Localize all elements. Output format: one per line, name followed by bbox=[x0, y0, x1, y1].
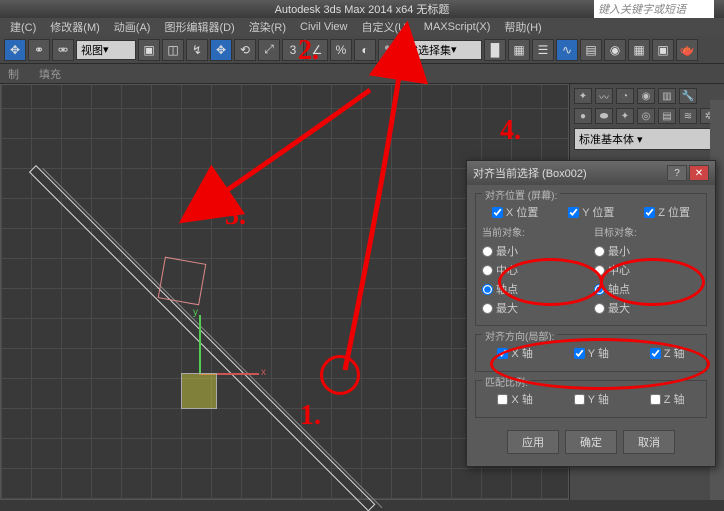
current-center-radio[interactable]: 中心 bbox=[482, 262, 588, 278]
schematic-icon[interactable]: ▤ bbox=[580, 39, 602, 61]
orient-group-label: 对齐方向(局部): bbox=[482, 328, 557, 343]
menu-anim[interactable]: 动画(A) bbox=[108, 17, 157, 37]
render-icon[interactable]: 🫖 bbox=[676, 39, 698, 61]
filter-icon[interactable]: ▣ bbox=[138, 39, 160, 61]
match-scale-group: 匹配比例: X 轴 Y 轴 Z 轴 bbox=[475, 380, 707, 418]
spinner-icon[interactable]: ◐ bbox=[354, 39, 376, 61]
menu-create[interactable]: 建(C) bbox=[4, 17, 42, 37]
menu-civil[interactable]: Civil View bbox=[294, 19, 353, 35]
gizmo-y-axis[interactable] bbox=[199, 315, 201, 375]
align-icon[interactable]: ▦ bbox=[508, 39, 530, 61]
lights-icon[interactable]: ✦ bbox=[616, 108, 634, 124]
apply-button[interactable]: 应用 bbox=[507, 430, 559, 454]
cameras-icon[interactable]: ◎ bbox=[637, 108, 655, 124]
create-tab-icon[interactable]: ✦ bbox=[574, 88, 592, 104]
helpers-icon[interactable]: ▤ bbox=[658, 108, 676, 124]
pos-group-label: 对齐位置 (屏幕): bbox=[482, 187, 560, 202]
orient-x-checkbox[interactable]: X 轴 bbox=[497, 345, 532, 361]
utilities-tab-icon[interactable]: 🔧 bbox=[679, 88, 697, 104]
align-dialog: 对齐当前选择 (Box002) ? ✕ 对齐位置 (屏幕): X 位置 Y 位置… bbox=[466, 160, 716, 467]
selset-dropdown[interactable]: 建选择集 ▾ bbox=[402, 40, 482, 60]
z-position-checkbox[interactable]: Z 位置 bbox=[644, 204, 690, 220]
render-frame-icon[interactable]: ▣ bbox=[652, 39, 674, 61]
curve-editor-icon[interactable]: ∿ bbox=[556, 39, 578, 61]
menu-bar: 建(C) 修改器(M) 动画(A) 图形编辑器(D) 渲染(R) Civil V… bbox=[0, 18, 724, 36]
close-button[interactable]: ✕ bbox=[689, 165, 709, 181]
menu-maxscript[interactable]: MAXScript(X) bbox=[418, 19, 497, 35]
keyword-search-input[interactable]: 键入关键字或短语 bbox=[594, 0, 714, 18]
x-label: x bbox=[261, 367, 266, 378]
scale-z-checkbox[interactable]: Z 轴 bbox=[650, 391, 685, 407]
dialog-titlebar[interactable]: 对齐当前选择 (Box002) ? ✕ bbox=[467, 161, 715, 185]
current-min-radio[interactable]: 最小 bbox=[482, 243, 588, 259]
help-button[interactable]: ? bbox=[667, 165, 687, 181]
display-tab-icon[interactable]: ▥ bbox=[658, 88, 676, 104]
percent-snap-icon[interactable]: % bbox=[330, 39, 352, 61]
current-object-label: 当前对象: bbox=[482, 224, 588, 239]
rotate-icon[interactable]: ⟲ bbox=[234, 39, 256, 61]
x-position-checkbox[interactable]: X 位置 bbox=[492, 204, 538, 220]
y-label: y bbox=[193, 307, 198, 318]
dialog-title-text: 对齐当前选择 (Box002) bbox=[473, 165, 587, 181]
target-min-radio[interactable]: 最小 bbox=[594, 243, 700, 259]
shapes-icon[interactable]: ⬬ bbox=[595, 108, 613, 124]
menu-render[interactable]: 渲染(R) bbox=[243, 17, 292, 37]
scale-group-label: 匹配比例: bbox=[482, 374, 531, 389]
current-pivot-radio[interactable]: 轴点 bbox=[482, 281, 588, 297]
edit-named-icon[interactable]: ✎ bbox=[378, 39, 400, 61]
menu-graph[interactable]: 图形编辑器(D) bbox=[158, 17, 240, 37]
ribbon-ctrl[interactable]: 制 bbox=[8, 66, 19, 82]
scale-y-checkbox[interactable]: Y 轴 bbox=[574, 391, 609, 407]
layers-icon[interactable]: ☰ bbox=[532, 39, 554, 61]
target-max-radio[interactable]: 最大 bbox=[594, 300, 700, 316]
tool-icon[interactable]: ↯ bbox=[186, 39, 208, 61]
selection-outline bbox=[158, 257, 207, 306]
ok-button[interactable]: 确定 bbox=[565, 430, 617, 454]
ribbon-fill[interactable]: 填充 bbox=[39, 66, 61, 82]
ribbon-bar: 制 填充 bbox=[0, 64, 724, 84]
angle-snap-icon[interactable]: ∠ bbox=[306, 39, 328, 61]
app-title: Autodesk 3ds Max 2014 x64 无标题 bbox=[275, 1, 450, 17]
move-icon[interactable]: ✥ bbox=[210, 39, 232, 61]
geometry-icon[interactable]: ● bbox=[574, 108, 592, 124]
select-move-icon[interactable]: ✥ bbox=[4, 39, 26, 61]
main-toolbar: ✥ ⚭ ⚮ 视图 ▾ ▣ ◫ ↯ ✥ ⟲ ⤢ 3 ∠ % ◐ ✎ 建选择集 ▾ … bbox=[0, 36, 724, 64]
current-max-radio[interactable]: 最大 bbox=[482, 300, 588, 316]
align-orient-group: 对齐方向(局部): X 轴 Y 轴 Z 轴 bbox=[475, 334, 707, 372]
target-pivot-radio[interactable]: 轴点 bbox=[594, 281, 700, 297]
material-icon[interactable]: ◉ bbox=[604, 39, 626, 61]
menu-help[interactable]: 帮助(H) bbox=[498, 17, 547, 37]
hierarchy-tab-icon[interactable]: ◔ bbox=[616, 88, 634, 104]
cancel-button[interactable]: 取消 bbox=[623, 430, 675, 454]
unlink-icon[interactable]: ⚮ bbox=[52, 39, 74, 61]
snap3-icon[interactable]: 3 bbox=[282, 39, 304, 61]
y-position-checkbox[interactable]: Y 位置 bbox=[568, 204, 614, 220]
modify-tab-icon[interactable]: 〰 bbox=[595, 88, 613, 104]
category-dropdown[interactable]: 标准基本体 ▾ bbox=[574, 128, 720, 150]
link-icon[interactable]: ⚭ bbox=[28, 39, 50, 61]
view-dropdown[interactable]: 视图 ▾ bbox=[76, 40, 136, 60]
menu-custom[interactable]: 自定义(U) bbox=[356, 17, 416, 37]
scale-x-checkbox[interactable]: X 轴 bbox=[497, 391, 532, 407]
render-setup-icon[interactable]: ▦ bbox=[628, 39, 650, 61]
target-object-label: 目标对象: bbox=[594, 224, 700, 239]
selected-box-object[interactable] bbox=[181, 373, 217, 409]
window-crossing-icon[interactable]: ◫ bbox=[162, 39, 184, 61]
align-position-group: 对齐位置 (屏幕): X 位置 Y 位置 Z 位置 当前对象: 最小 中心 轴点… bbox=[475, 193, 707, 326]
target-center-radio[interactable]: 中心 bbox=[594, 262, 700, 278]
orient-y-checkbox[interactable]: Y 轴 bbox=[574, 345, 609, 361]
spacewarps-icon[interactable]: ≋ bbox=[679, 108, 697, 124]
scale-icon[interactable]: ⤢ bbox=[258, 39, 280, 61]
mirror-icon[interactable]: ▐▌ bbox=[484, 39, 506, 61]
motion-tab-icon[interactable]: ◉ bbox=[637, 88, 655, 104]
orient-z-checkbox[interactable]: Z 轴 bbox=[650, 345, 685, 361]
menu-modify[interactable]: 修改器(M) bbox=[44, 17, 106, 37]
